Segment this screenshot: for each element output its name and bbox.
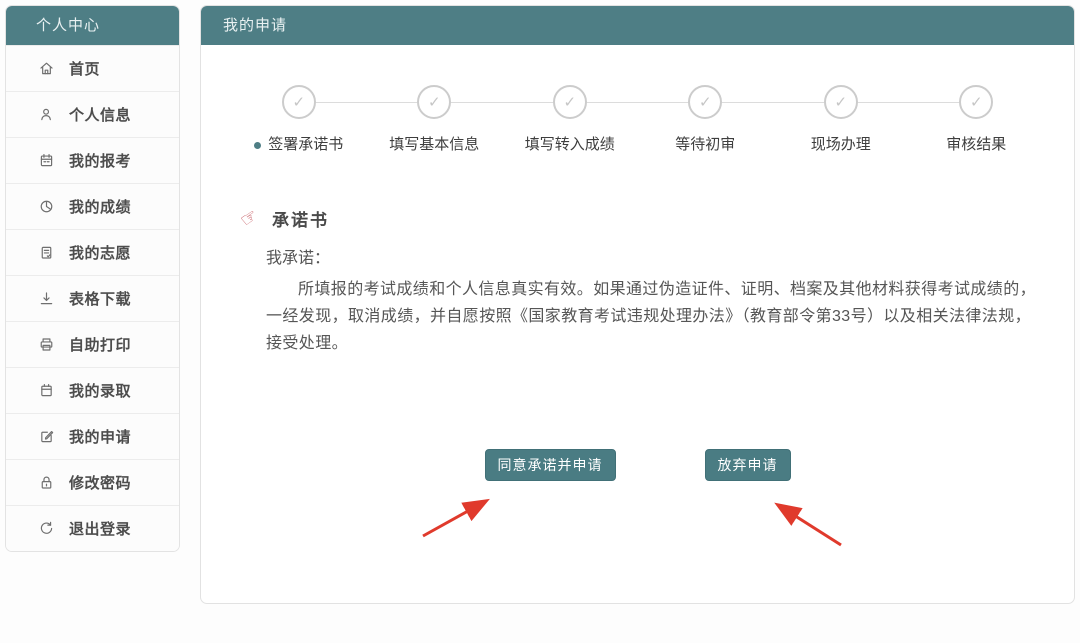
check-icon: ✓ [282, 85, 316, 119]
check-icon: ✓ [553, 85, 587, 119]
commitment-section: ☞ 承诺书 我承诺： 所填报的考试成绩和个人信息真实有效。如果通过伪造证件、证明… [241, 206, 1044, 357]
commitment-body-text: 所填报的考试成绩和个人信息真实有效。如果通过伪造证件、证明、档案及其他材料获得考… [266, 276, 1036, 357]
current-step-dot [254, 142, 261, 149]
check-icon: ✓ [688, 85, 722, 119]
logout-icon [38, 520, 55, 537]
sidebar-title: 个人中心 [6, 6, 179, 45]
download-icon [38, 290, 55, 307]
sidebar-item-label: 退出登录 [69, 518, 131, 539]
panel-body: ✓ 签署承诺书 ✓ 填写基本信息 ✓ 填写转入成绩 ✓ 等待初审 [201, 85, 1074, 643]
step-onsite-processing: ✓ 现场办理 [773, 85, 909, 154]
step-review-result: ✓ 审核结果 [909, 85, 1045, 154]
page: 个人中心 首页 个人信息 我的报考 我的成绩 我的志愿 表格下载 自助打印 [0, 0, 1080, 610]
check-icon: ✓ [417, 85, 451, 119]
abandon-apply-button[interactable]: 放弃申请 [705, 449, 791, 481]
sidebar-item-my-registration[interactable]: 我的报考 [6, 137, 179, 183]
user-icon [38, 106, 55, 123]
commitment-lead: 我承诺： [266, 244, 1044, 268]
clipboard-icon [38, 244, 55, 261]
sidebar-item-my-preferences[interactable]: 我的志愿 [6, 229, 179, 275]
step-label: 签署承诺书 [231, 133, 367, 154]
sidebar: 个人中心 首页 个人信息 我的报考 我的成绩 我的志愿 表格下载 自助打印 [5, 5, 180, 552]
sidebar-item-self-print[interactable]: 自助打印 [6, 321, 179, 367]
sidebar-item-home[interactable]: 首页 [6, 45, 179, 91]
sidebar-item-label: 表格下载 [69, 288, 131, 309]
check-icon: ✓ [959, 85, 993, 119]
step-sign-commitment: ✓ 签署承诺书 [231, 85, 367, 154]
sidebar-item-label: 我的志愿 [69, 242, 131, 263]
sidebar-item-label: 我的报考 [69, 150, 131, 171]
pie-chart-icon [38, 198, 55, 215]
sidebar-item-label: 修改密码 [69, 472, 131, 493]
step-basic-info: ✓ 填写基本信息 [367, 85, 503, 154]
archive-box-icon [38, 382, 55, 399]
lock-icon [38, 474, 55, 491]
step-label: 填写基本信息 [367, 133, 503, 154]
sidebar-item-label: 自助打印 [69, 334, 131, 355]
sidebar-item-label: 我的申请 [69, 426, 131, 447]
arrow-to-agree-button [423, 501, 486, 536]
step-label: 填写转入成绩 [502, 133, 638, 154]
sidebar-item-label: 个人信息 [69, 104, 131, 125]
sidebar-item-change-password[interactable]: 修改密码 [6, 459, 179, 505]
sidebar-item-my-admission[interactable]: 我的录取 [6, 367, 179, 413]
step-label: 现场办理 [773, 133, 909, 154]
panel-title: 我的申请 [201, 6, 1074, 45]
arrow-to-abandon-button [778, 505, 841, 545]
action-button-row: 同意承诺并申请 放弃申请 [201, 449, 1074, 481]
check-icon: ✓ [824, 85, 858, 119]
step-await-review: ✓ 等待初审 [638, 85, 774, 154]
sidebar-item-label: 我的录取 [69, 380, 131, 401]
printer-icon [38, 336, 55, 353]
step-wizard: ✓ 签署承诺书 ✓ 填写基本信息 ✓ 填写转入成绩 ✓ 等待初审 [201, 85, 1074, 154]
sidebar-item-form-download[interactable]: 表格下载 [6, 275, 179, 321]
pointing-hand-icon: ☞ [237, 206, 262, 231]
sidebar-item-label: 首页 [69, 58, 100, 79]
main-panel: 我的申请 ✓ 签署承诺书 ✓ 填写基本信息 ✓ 填写转入成绩 [200, 5, 1075, 604]
home-icon [38, 60, 55, 77]
sidebar-item-label: 我的成绩 [69, 196, 131, 217]
agree-apply-button[interactable]: 同意承诺并申请 [485, 449, 616, 481]
calendar-icon [38, 152, 55, 169]
sidebar-item-my-application[interactable]: 我的申请 [6, 413, 179, 459]
annotation-arrows [201, 85, 1074, 643]
sidebar-item-personal-info[interactable]: 个人信息 [6, 91, 179, 137]
step-transfer-scores: ✓ 填写转入成绩 [502, 85, 638, 154]
edit-icon [38, 428, 55, 445]
step-label: 等待初审 [638, 133, 774, 154]
commitment-title: 承诺书 [272, 206, 329, 231]
sidebar-item-logout[interactable]: 退出登录 [6, 505, 179, 551]
sidebar-item-my-scores[interactable]: 我的成绩 [6, 183, 179, 229]
step-label: 审核结果 [909, 133, 1045, 154]
